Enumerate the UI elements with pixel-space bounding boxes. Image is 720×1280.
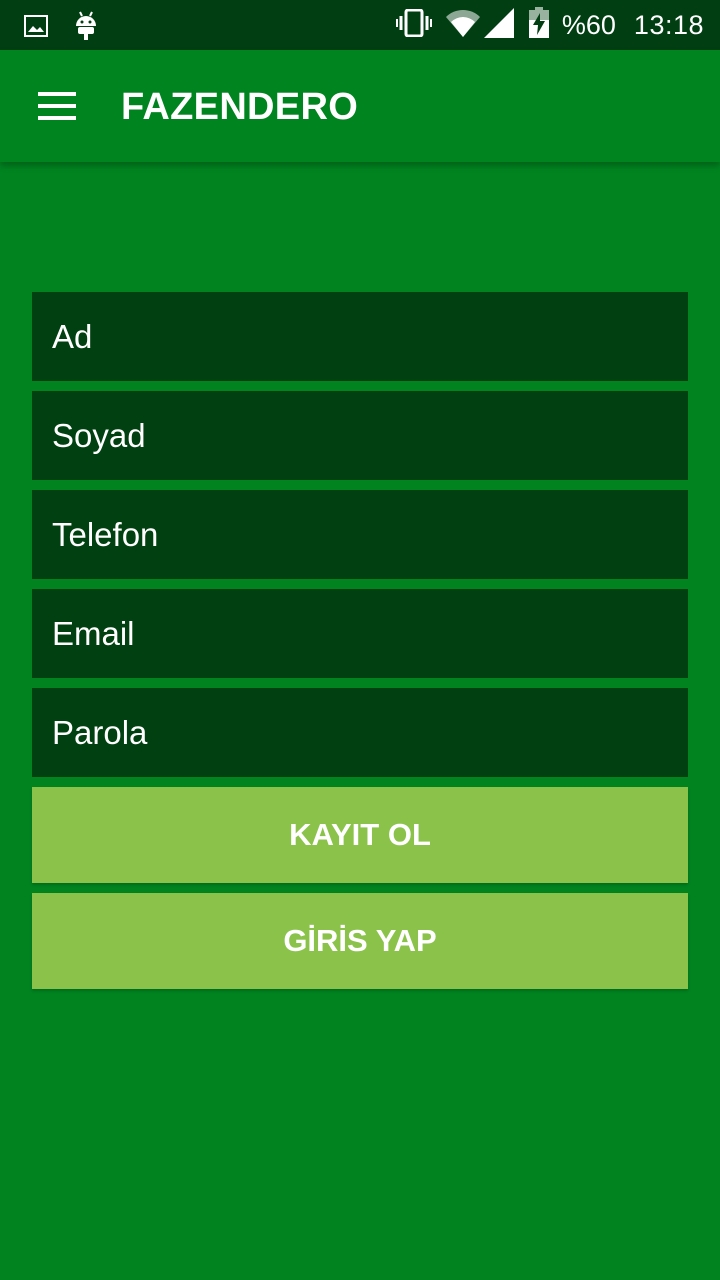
wifi-icon	[445, 9, 480, 42]
android-icon	[74, 11, 98, 46]
email-field[interactable]	[32, 589, 688, 678]
image-icon	[24, 14, 48, 43]
password-field[interactable]	[32, 688, 688, 777]
clock: 13:18	[633, 9, 704, 40]
notification-icons	[24, 11, 98, 46]
hamburger-menu-icon[interactable]	[38, 92, 76, 120]
login-button[interactable]: GİRİS YAP	[32, 893, 688, 989]
signal-icon	[483, 7, 514, 43]
battery-percentage: %60	[561, 9, 616, 40]
register-button[interactable]: KAYIT OL	[32, 787, 688, 883]
registration-form: KAYIT OL GİRİS YAP	[32, 292, 688, 999]
phone-field[interactable]	[32, 490, 688, 579]
app-title: FAZENDERO	[121, 86, 359, 128]
app-bar: FAZENDERO	[0, 50, 720, 162]
first-name-field[interactable]	[32, 292, 688, 381]
vibrate-icon	[395, 8, 432, 42]
status-bar: %60 13:18	[0, 0, 720, 50]
system-icons: %60 13:18	[395, 6, 704, 44]
last-name-field[interactable]	[32, 391, 688, 480]
battery-charging-icon	[528, 6, 550, 44]
